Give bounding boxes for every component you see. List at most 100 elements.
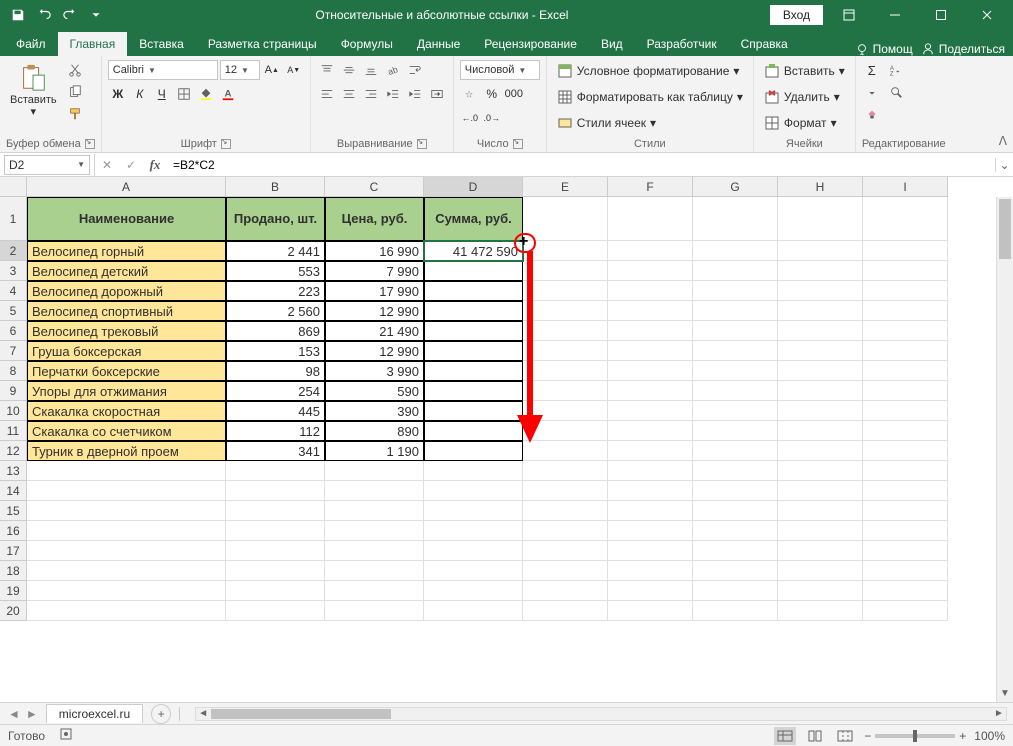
cell[interactable] [863,601,948,621]
row-header[interactable]: 3 [0,261,27,281]
align-left-icon[interactable] [317,84,337,104]
cell[interactable] [778,197,863,241]
login-button[interactable]: Вход [770,5,823,25]
align-right-icon[interactable] [361,84,381,104]
sort-filter-icon[interactable]: AZ [886,60,906,80]
cell[interactable] [863,361,948,381]
cell[interactable] [226,541,325,561]
format-cells-button[interactable]: Формат ▾ [760,112,841,134]
cell[interactable] [778,581,863,601]
font-dialog-icon[interactable] [221,139,231,149]
cell[interactable]: Груша боксерская [27,341,226,361]
cell[interactable] [424,421,523,441]
zoom-thumb[interactable] [913,730,917,742]
insert-cells-button[interactable]: Вставить ▾ [760,60,849,82]
clear-icon[interactable] [862,104,882,124]
cell[interactable] [863,541,948,561]
add-sheet-icon[interactable]: + [151,704,171,724]
cell[interactable] [325,481,424,501]
cell[interactable] [226,481,325,501]
cell[interactable]: 17 990 [325,281,424,301]
row-header[interactable]: 19 [0,581,27,601]
cell[interactable] [523,361,608,381]
cell[interactable] [608,581,693,601]
select-all-corner[interactable] [0,177,27,197]
cell[interactable]: 12 990 [325,301,424,321]
cell[interactable] [608,281,693,301]
tab-рецензирование[interactable]: Рецензирование [472,32,589,56]
inc-indent-icon[interactable] [405,84,425,104]
tab-разметка страницы[interactable]: Разметка страницы [196,32,329,56]
cell[interactable]: 3 990 [325,361,424,381]
cell[interactable] [863,197,948,241]
minimize-icon[interactable] [875,0,915,29]
inc-decimal-icon[interactable]: ←.0 [460,108,480,128]
cell[interactable] [523,381,608,401]
cell[interactable] [523,261,608,281]
tab-справка[interactable]: Справка [729,32,800,56]
cell[interactable] [608,481,693,501]
number-format-combo[interactable]: Числовой▼ [460,60,540,80]
redo-icon[interactable] [58,3,82,27]
row-header[interactable]: 20 [0,601,27,621]
cell[interactable]: 1 190 [325,441,424,461]
page-layout-view-icon[interactable] [804,727,826,745]
cell[interactable] [778,481,863,501]
cell[interactable] [608,197,693,241]
cell[interactable] [778,381,863,401]
cell[interactable] [523,197,608,241]
cell-styles-button[interactable]: Стили ячеек ▾ [553,112,660,134]
cell[interactable] [693,481,778,501]
sheet-nav-next-icon[interactable]: ► [26,707,38,721]
cell[interactable]: Скакалка со счетчиком [27,421,226,441]
cell[interactable] [693,461,778,481]
wrap-text-icon[interactable] [405,60,425,80]
cell[interactable] [608,241,693,261]
cell[interactable]: 112 [226,421,325,441]
cell[interactable] [863,301,948,321]
cell[interactable]: Цена, руб. [325,197,424,241]
cell[interactable] [863,341,948,361]
page-break-view-icon[interactable] [834,727,856,745]
cell[interactable] [778,401,863,421]
name-box[interactable]: D2▼ [4,155,90,175]
cell[interactable]: 16 990 [325,241,424,261]
cell[interactable] [863,401,948,421]
formula-input[interactable] [167,158,995,172]
worksheet-grid[interactable]: ABCDEFGHI 123456789101112131415161718192… [0,177,1013,702]
cell[interactable] [424,381,523,401]
delete-cells-button[interactable]: Удалить ▾ [760,86,844,108]
cell[interactable] [693,521,778,541]
cell[interactable] [424,481,523,501]
cell[interactable] [27,481,226,501]
cell[interactable]: 445 [226,401,325,421]
cell[interactable] [27,461,226,481]
expand-formula-bar-icon[interactable]: ⌄ [995,158,1013,172]
cell[interactable] [863,381,948,401]
cell[interactable] [608,401,693,421]
cell[interactable] [424,501,523,521]
column-header[interactable]: F [608,177,693,197]
cell[interactable]: 390 [325,401,424,421]
accounting-icon[interactable]: ☆ [460,84,480,104]
cell[interactable] [27,561,226,581]
zoom-slider[interactable]: − + [864,729,966,743]
scroll-right-icon[interactable]: ► [992,708,1006,720]
cell[interactable] [778,501,863,521]
cell[interactable] [608,361,693,381]
fill-icon[interactable] [862,82,882,102]
collapse-ribbon-icon[interactable]: ᐱ [999,134,1007,148]
row-header[interactable]: 5 [0,301,27,321]
normal-view-icon[interactable] [774,727,796,745]
cell[interactable] [608,601,693,621]
fx-icon[interactable]: fx [143,154,167,176]
find-icon[interactable] [886,82,906,102]
vscroll-thumb[interactable] [999,199,1011,259]
cell[interactable] [424,341,523,361]
cell[interactable] [523,541,608,561]
cell[interactable] [778,541,863,561]
row-header[interactable]: 17 [0,541,27,561]
cell[interactable]: Велосипед спортивный [27,301,226,321]
tab-разработчик[interactable]: Разработчик [635,32,729,56]
cell[interactable] [693,401,778,421]
